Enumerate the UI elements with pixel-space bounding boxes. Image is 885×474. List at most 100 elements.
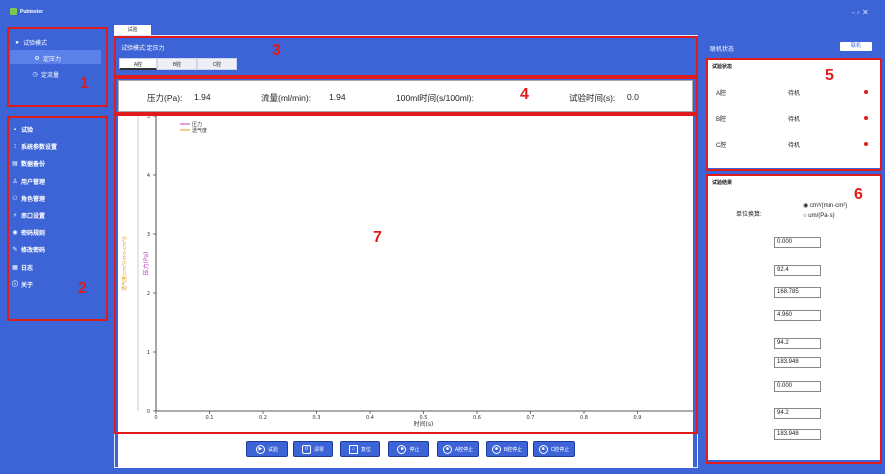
mode-title: 试验模式:定压力 — [121, 46, 165, 52]
sidebar-item-roles[interactable]: ⚇ 角色管理 — [12, 194, 46, 204]
x-tick-label: 0.8 — [580, 415, 588, 421]
tab-test[interactable]: 试验 — [114, 25, 151, 35]
x-tick-label: 0.6 — [473, 415, 481, 421]
sidebar-item-log[interactable]: ▦ 日志 — [12, 263, 34, 273]
unit-option-um[interactable]: ○ um/(Pa·s) — [803, 213, 835, 219]
stop-button-label: 停止 — [409, 446, 420, 453]
result-value-field[interactable]: 4.960 — [774, 310, 821, 321]
stop-a-button-label: A腔停止 — [454, 446, 474, 453]
app-logo-icon — [10, 8, 17, 15]
result-value-field[interactable]: 168.785 — [774, 287, 821, 298]
sidebar-item-about[interactable]: ⓘ 关于 — [12, 280, 33, 290]
sidebar-item-label: 修改密码 — [21, 248, 46, 254]
result-unit: cm³/ (min·cm²) — [828, 308, 854, 321]
result-unit: s/50ml — [828, 410, 846, 416]
result-value-field[interactable]: 94.2 — [774, 408, 821, 419]
tree-test-mode[interactable]: ● 试验模式 — [14, 38, 48, 48]
stop-b-button[interactable]: ■ B腔停止 — [486, 441, 528, 457]
result-value-field[interactable]: 183.948 — [774, 357, 821, 368]
sidebar-item-label: 系统参数设置 — [21, 145, 58, 151]
stop-a-button[interactable]: ■ A腔停止 — [437, 441, 479, 457]
unit-option-cm[interactable]: ◉ cm³/(min·cm²) — [803, 202, 847, 209]
x-tick-label: 0 — [154, 415, 157, 421]
test-status-title: 试验状态 — [712, 64, 733, 70]
annotation-label-6: 6 — [854, 186, 863, 203]
unit-option-um-label: um/(Pa·s) — [808, 213, 835, 219]
test-time-label: 试验时间(s): — [569, 93, 616, 103]
test-time-value: 0.0 — [627, 92, 639, 102]
pressure-value: 1.94 — [194, 92, 211, 102]
tree-item-label: 定流量 — [41, 73, 60, 79]
tab-chamber-a[interactable]: A腔 — [119, 58, 157, 70]
sidebar-item-label: 密码规则 — [21, 231, 46, 237]
stop-c-button[interactable]: ■ C腔停止 — [533, 441, 575, 457]
y-tick-label: 1 — [147, 350, 150, 356]
annotation-label-3: 3 — [272, 42, 281, 59]
sidebar-item-label: 串口设置 — [21, 214, 46, 220]
radio-checked-icon: ◉ — [803, 203, 809, 209]
sidebar-item-system-params[interactable]: ⫶ 系统参数设置 — [12, 142, 58, 152]
status-c-indicator — [864, 142, 868, 146]
radio-unchecked-icon: ○ — [803, 213, 807, 219]
edit-icon: ✎ — [12, 246, 18, 253]
stop-icon: ■ — [397, 444, 407, 454]
sidebar-item-serial[interactable]: ⚡ 串口设置 — [12, 211, 46, 221]
reset-button-label: 复位 — [360, 446, 371, 453]
annotation-label-7: 7 — [373, 229, 382, 246]
annotation-label-5: 5 — [825, 67, 834, 84]
stop-c-button-label: C腔停止 — [550, 446, 570, 453]
result-label: B腔-50ml时间: — [731, 343, 770, 349]
result-label: C腔-透气度: — [738, 386, 770, 392]
legend-label: 透气度 — [192, 127, 207, 134]
sidebar-item-backup[interactable]: ▤ 数据备份 — [12, 159, 45, 169]
result-unit: s/50ml — [828, 340, 846, 346]
sidebar-item-change-password[interactable]: ✎ 修改密码 — [12, 245, 46, 255]
y-axis-label-right: 压力(Pa) — [142, 252, 150, 276]
zero-button[interactable]: 0 清零 — [293, 441, 333, 457]
result-unit: ml — [828, 431, 835, 437]
window-controls[interactable]: - ◦ ✕ — [852, 8, 869, 17]
stop-icon: ■ — [442, 444, 452, 454]
result-value-field[interactable]: 0.000 — [774, 381, 821, 392]
status-a-indicator — [864, 90, 868, 94]
tree-item-constant-pressure[interactable]: ⚙ 定压力 — [34, 54, 61, 64]
y-tick-label: 5 — [147, 114, 150, 120]
zero-button-label: 清零 — [313, 446, 324, 453]
x-tick-label: 0.1 — [206, 415, 214, 421]
connection-label: 联机状态 — [710, 47, 735, 53]
tree-test-mode-label: 试验模式 — [23, 41, 48, 47]
y-tick-label: 3 — [147, 232, 150, 238]
app-title: Pubtester — [20, 9, 44, 15]
result-value-field[interactable]: 0.000 — [774, 237, 821, 248]
sidebar-item-users[interactable]: ♙ 用户管理 — [12, 177, 46, 187]
zero-icon: 0 — [301, 444, 311, 454]
status-c-value: 待机 — [788, 143, 801, 149]
result-unit: ml — [828, 289, 835, 295]
sidebar-item-label: 用户管理 — [21, 180, 46, 186]
tab-chamber-b[interactable]: B腔 — [157, 58, 197, 70]
play-icon: ▶ — [255, 444, 265, 454]
sidebar-item-test[interactable]: ▪ 试验 — [12, 125, 33, 135]
status-chamber-c: C腔 — [716, 143, 727, 149]
sidebar-item-label: 角色管理 — [21, 197, 46, 203]
reset-button[interactable]: ⌂ 复位 — [340, 441, 380, 457]
sidebar-item-password-rules[interactable]: ◉ 密码规则 — [12, 228, 46, 238]
tab-chamber-c[interactable]: C腔 — [197, 58, 237, 70]
user-icon: ♙ — [12, 178, 18, 185]
reset-icon: ⌂ — [348, 444, 358, 454]
pressure-label: 压力(Pa): — [147, 93, 183, 103]
stop-button[interactable]: ■ 停止 — [388, 441, 429, 457]
stop-icon: ■ — [538, 444, 548, 454]
status-b-indicator — [864, 116, 868, 120]
test-button[interactable]: ▶ 试验 — [246, 441, 288, 457]
result-unit: s/50ml — [828, 267, 846, 273]
sidebar-item-label: 日志 — [21, 266, 34, 272]
result-unit: ml — [828, 359, 835, 365]
unit-option-cm-label: cm³/(min·cm²) — [809, 203, 848, 209]
result-value-field[interactable]: 94.2 — [774, 338, 821, 349]
result-value-field[interactable]: 92.4 — [774, 265, 821, 276]
result-value-field[interactable]: 183.948 — [774, 429, 821, 440]
log-icon: ▦ — [12, 264, 18, 271]
connect-button[interactable]: 联机 — [840, 42, 872, 51]
tree-item-constant-flow[interactable]: ◷ 定流量 — [32, 70, 60, 80]
